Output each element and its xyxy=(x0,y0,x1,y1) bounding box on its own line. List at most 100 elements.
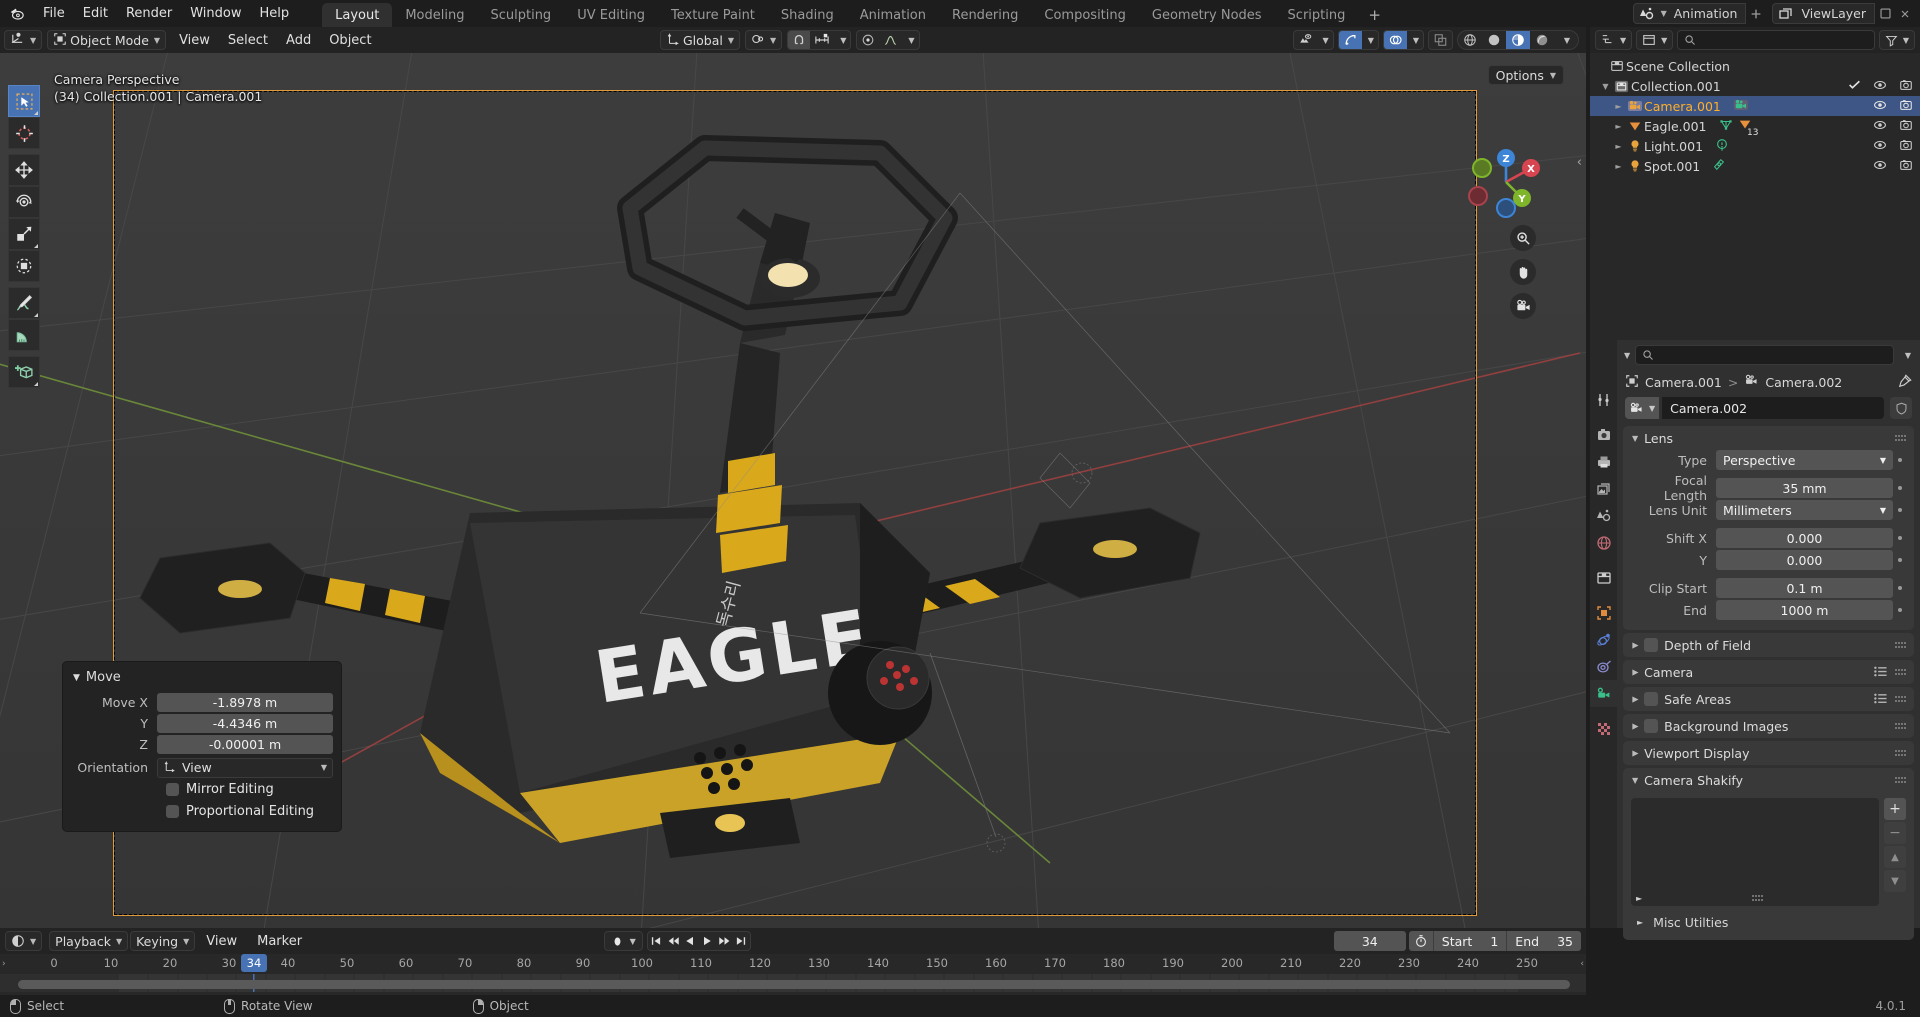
outliner-row-scene-collection[interactable]: Scene Collection xyxy=(1590,56,1920,76)
remove-viewlayer-icon[interactable] xyxy=(1895,4,1915,24)
editor-type-selector[interactable]: ▼ xyxy=(4,30,42,50)
tool-transform[interactable] xyxy=(8,250,40,282)
disclosure-triangle-right-icon[interactable]: ► xyxy=(1612,122,1625,131)
timeline-menu-playback[interactable]: Playback▼ xyxy=(49,931,128,951)
operator-orientation-dropdown[interactable]: View ▼ xyxy=(157,758,333,778)
viewlayer-selector[interactable]: ViewLayer xyxy=(1772,3,1875,24)
timeline-channel-area[interactable] xyxy=(0,974,1586,992)
operator-value-move-x[interactable]: -1.8978 m xyxy=(157,693,333,712)
stopwatch-icon[interactable] xyxy=(1409,934,1433,948)
shading-wireframe-icon[interactable] xyxy=(1458,30,1482,50)
outliner-display-mode-selector[interactable]: ▼ xyxy=(1636,30,1673,50)
grip-dots-icon[interactable] xyxy=(1895,773,1907,788)
timeline-menu-marker[interactable]: Marker xyxy=(248,931,311,951)
properties-tab-constraints[interactable] xyxy=(1590,653,1617,680)
operator-value-move-z[interactable]: -0.00001 m xyxy=(157,735,333,754)
grip-dots-icon[interactable] xyxy=(1752,891,1764,906)
jump-to-end-icon[interactable] xyxy=(733,931,750,951)
workspace-tab-animation[interactable]: Animation xyxy=(847,3,939,27)
timeline-expand-icon[interactable]: › xyxy=(2,959,6,969)
outliner-search-input[interactable] xyxy=(1677,30,1875,50)
lens-shift-y-value[interactable]: 0.000 xyxy=(1716,550,1893,570)
breadcrumb-object-name[interactable]: Camera.001 xyxy=(1645,375,1722,390)
transform-orientation-selector[interactable]: Global ▼ xyxy=(660,30,740,50)
properties-tab-object-data[interactable] xyxy=(1590,680,1617,707)
animate-dot-icon[interactable] xyxy=(1893,608,1907,612)
frame-start-field[interactable]: Start 1 xyxy=(1434,931,1507,951)
mesh-data-icon[interactable] xyxy=(1719,118,1733,135)
jump-next-keyframe-icon[interactable] xyxy=(716,931,733,951)
camera-shakify-panel-header[interactable]: ▼ Camera Shakify xyxy=(1623,768,1914,792)
shield-icon[interactable] xyxy=(1890,397,1912,419)
preset-list-icon[interactable] xyxy=(1874,692,1887,707)
workspace-tab-scripting[interactable]: Scripting xyxy=(1275,3,1359,27)
eye-icon[interactable] xyxy=(1873,78,1887,95)
checkbox-checked-icon[interactable] xyxy=(1848,78,1861,94)
spot-light-data-icon[interactable] xyxy=(1712,158,1726,175)
properties-tab-collection[interactable] xyxy=(1590,564,1617,591)
mirror-editing-checkbox[interactable] xyxy=(166,783,179,796)
outliner-filter-button[interactable]: ▼ xyxy=(1879,30,1915,50)
depth-of-field-checkbox[interactable] xyxy=(1644,638,1658,652)
visibility-dropdown-icon[interactable]: ▼ xyxy=(1317,31,1333,49)
tool-rotate[interactable] xyxy=(8,186,40,218)
gizmo-dropdown-icon[interactable]: ▼ xyxy=(1362,31,1378,49)
triangle-right-icon[interactable]: ► xyxy=(1636,894,1642,903)
timeline-menu-keying[interactable]: Keying▼ xyxy=(130,931,195,951)
disclosure-triangle-down-icon[interactable]: ▼ xyxy=(1599,82,1612,91)
new-viewlayer-icon[interactable] xyxy=(1875,4,1895,24)
properties-tab-object[interactable] xyxy=(1590,599,1617,626)
grip-dots-icon[interactable] xyxy=(1895,692,1907,707)
eye-icon[interactable] xyxy=(1873,158,1887,175)
xray-toggle-icon[interactable] xyxy=(1429,31,1452,49)
workspace-tab-rendering[interactable]: Rendering xyxy=(939,3,1031,27)
animate-dot-icon[interactable] xyxy=(1893,536,1907,540)
camera-render-icon[interactable] xyxy=(1899,118,1913,135)
timeline-collapse-icon[interactable]: ‹ xyxy=(1580,959,1584,969)
eye-icon[interactable] xyxy=(1873,138,1887,155)
timeline-horizontal-scrollbar[interactable] xyxy=(18,980,1570,989)
tool-measure[interactable] xyxy=(8,319,40,351)
new-scene-icon[interactable] xyxy=(1746,4,1766,24)
lens-focal-length-value[interactable]: 35 mm xyxy=(1716,478,1893,498)
workspace-tab-uv-editing[interactable]: UV Editing xyxy=(564,3,658,27)
properties-tab-view-layer[interactable] xyxy=(1590,475,1617,502)
eye-icon[interactable] xyxy=(1873,118,1887,135)
properties-tab-physics[interactable] xyxy=(1590,626,1617,653)
scene-selector[interactable]: ▼ Animation xyxy=(1633,3,1747,24)
properties-tab-tool[interactable] xyxy=(1590,386,1617,413)
grip-dots-icon[interactable] xyxy=(1895,746,1907,761)
background-images-checkbox[interactable] xyxy=(1644,719,1658,733)
menu-render[interactable]: Render xyxy=(117,4,181,24)
camera-data-icon[interactable] xyxy=(1733,97,1749,116)
operator-value-move-y[interactable]: -4.4346 m xyxy=(157,714,333,733)
shakify-move-up-button[interactable]: ▲ xyxy=(1884,846,1906,868)
shakify-remove-button[interactable]: − xyxy=(1884,822,1906,844)
outliner-row-light-001[interactable]: ► Light.001 xyxy=(1590,136,1920,156)
menu-edit[interactable]: Edit xyxy=(74,4,117,24)
pin-icon[interactable] xyxy=(1898,374,1912,391)
tool-scale[interactable] xyxy=(8,218,40,250)
operator-mirror-editing-row[interactable]: Mirror Editing xyxy=(166,780,333,799)
properties-editor-type-icon[interactable]: ▼ xyxy=(1624,351,1630,360)
camera-render-icon[interactable] xyxy=(1899,138,1913,155)
operator-proportional-editing-row[interactable]: Proportional Editing xyxy=(166,802,333,821)
shakify-add-button[interactable]: + xyxy=(1884,798,1906,820)
properties-tab-world[interactable] xyxy=(1590,529,1617,556)
shading-material-preview-icon[interactable] xyxy=(1506,30,1530,50)
viewport-menu-select[interactable]: Select xyxy=(219,30,277,50)
grip-dots-icon[interactable] xyxy=(1895,719,1907,734)
snap-pivot-selector[interactable]: ▼ xyxy=(745,30,782,50)
shading-dropdown-icon[interactable]: ▼ xyxy=(1554,30,1578,50)
tool-add-cube[interactable] xyxy=(8,356,40,388)
timeline-menu-view[interactable]: View xyxy=(197,931,246,951)
animate-dot-icon[interactable] xyxy=(1893,508,1907,512)
smooth-falloff-icon[interactable] xyxy=(879,31,902,49)
viewport-options-button[interactable]: Options ▼ xyxy=(1488,65,1564,85)
disclosure-triangle-right-icon[interactable]: ► xyxy=(1612,142,1625,151)
properties-tab-render[interactable] xyxy=(1590,421,1617,448)
snap-dropdown-icon[interactable]: ▼ xyxy=(834,31,850,49)
outliner-row-collection-001[interactable]: ▼ Collection.001 xyxy=(1590,76,1920,96)
lens-shift-x-value[interactable]: 0.000 xyxy=(1716,528,1893,548)
outliner-row-eagle-001[interactable]: ► Eagle.001 13 xyxy=(1590,116,1920,136)
